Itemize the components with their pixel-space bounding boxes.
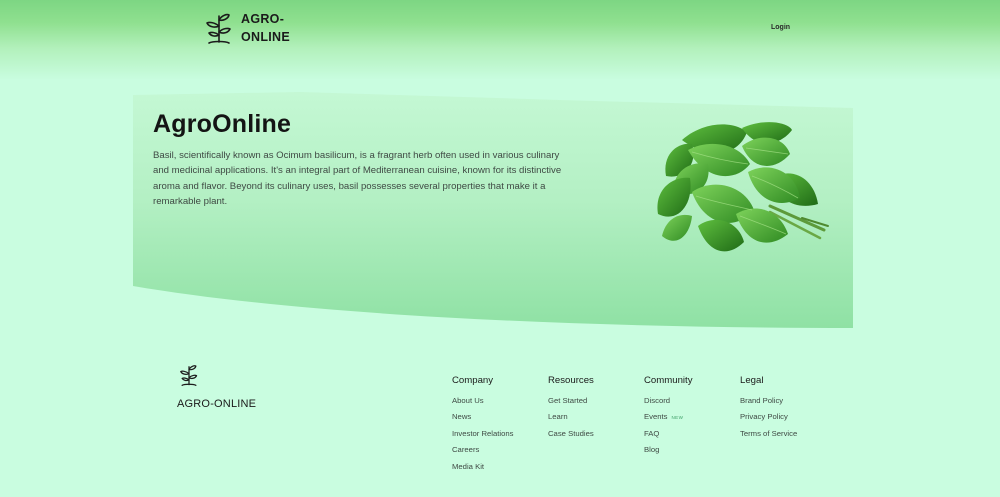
sprout-icon xyxy=(180,365,198,386)
basil-leaves-image xyxy=(657,122,829,252)
footer-column-legal: Legal Brand Policy Privacy Policy Terms … xyxy=(740,375,840,444)
footer-column-title: Resources xyxy=(548,375,594,386)
new-badge: NEW xyxy=(671,414,684,420)
brand-name-line2: ONLINE xyxy=(241,30,291,44)
footer-column-title: Community xyxy=(644,375,693,386)
top-header: AGRO- ONLINE Login xyxy=(0,0,1000,80)
footer-column-resources: Resources Get Started Learn Case Studies xyxy=(548,375,648,444)
footer-link-news[interactable]: News xyxy=(452,411,552,427)
footer-link-faq[interactable]: FAQ xyxy=(644,428,744,444)
footer-link-media-kit[interactable]: Media Kit xyxy=(452,461,552,477)
sprout-icon xyxy=(206,13,231,44)
footer-column-title: Legal xyxy=(740,375,764,386)
footer-column-company: Company About Us News Investor Relations… xyxy=(452,375,552,477)
brand-name: AGRO- ONLINE xyxy=(241,10,301,46)
footer-link-privacy-policy[interactable]: Privacy Policy xyxy=(740,411,840,427)
hero-description: Basil, scientifically known as Ocimum ba… xyxy=(153,150,562,208)
brand-logo[interactable]: AGRO- ONLINE xyxy=(203,10,301,46)
footer-link-learn[interactable]: Learn xyxy=(548,411,648,427)
footer-link-blog[interactable]: Blog xyxy=(644,444,744,460)
footer-column-community: Community Discord Events NEW FAQ Blog xyxy=(644,375,744,461)
footer-link-terms-of-service[interactable]: Terms of Service xyxy=(740,428,840,444)
footer-link-investor-relations[interactable]: Investor Relations xyxy=(452,428,552,444)
footer-link-brand-policy[interactable]: Brand Policy xyxy=(740,395,840,411)
footer-link-about-us[interactable]: About Us xyxy=(452,395,552,411)
footer-link-case-studies[interactable]: Case Studies xyxy=(548,428,648,444)
hero-title: AgroOnline xyxy=(153,110,292,138)
footer-link-get-started[interactable]: Get Started xyxy=(548,395,648,411)
brand-name-line1: AGRO- xyxy=(241,12,285,26)
footer-link-discord[interactable]: Discord xyxy=(644,395,744,411)
footer-brand-name: AGRO-ONLINE xyxy=(177,398,257,410)
footer-link-careers[interactable]: Careers xyxy=(452,444,552,460)
login-link[interactable]: Login xyxy=(771,24,790,31)
footer-column-title: Company xyxy=(452,375,494,386)
footer-link-events-label: Events xyxy=(644,412,668,422)
footer-link-events[interactable]: Events NEW xyxy=(644,411,744,427)
